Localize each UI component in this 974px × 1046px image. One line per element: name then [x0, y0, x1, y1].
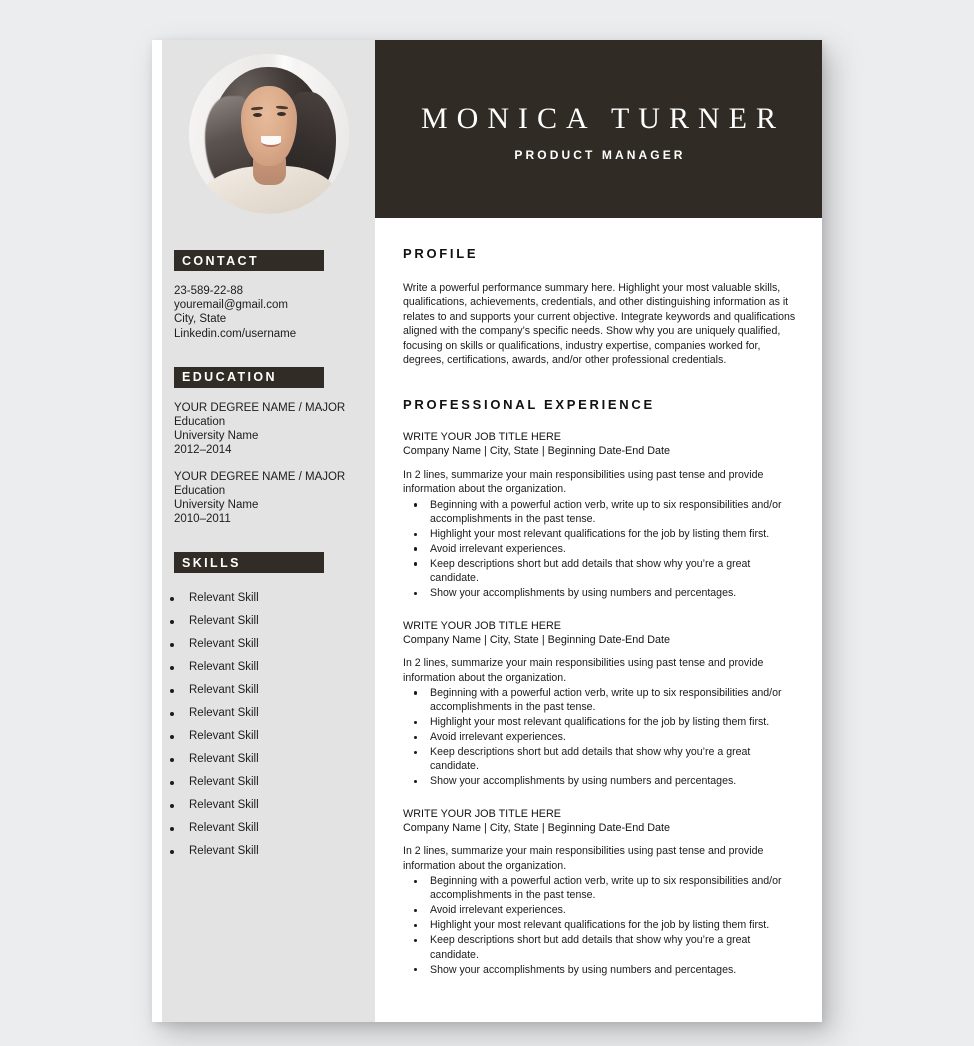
list-item: Relevant Skill [162, 633, 375, 656]
education-years: 2010–2011 [174, 513, 231, 526]
education-years: 2012–2014 [174, 444, 232, 457]
sidebar: CONTACT 23-589-22-88 youremail@gmail.com… [152, 40, 375, 1022]
list-item: Relevant Skill [162, 702, 375, 725]
list-item: Avoid irrelevant experiences. [403, 903, 802, 917]
list-item: Relevant Skill [162, 817, 375, 840]
job-bullet-list: Beginning with a powerful action verb, w… [403, 686, 802, 789]
profile-text: Write a powerful performance summary her… [403, 282, 796, 367]
list-item: Beginning with a powerful action verb, w… [403, 498, 802, 527]
sidebar-panel: CONTACT 23-589-22-88 youremail@gmail.com… [162, 40, 375, 1022]
list-item: Relevant Skill [162, 679, 375, 702]
education-degree: YOUR DEGREE NAME / MAJOR [174, 401, 346, 414]
education-entry: YOUR DEGREE NAME / MAJOR Education Unive… [174, 401, 363, 458]
name-banner: MONICA TURNER PRODUCT MANAGER [375, 40, 822, 218]
contact-heading: CONTACT [174, 250, 324, 271]
education-school: University Name [174, 430, 259, 443]
job-meta: Company Name | City, State | Beginning D… [403, 445, 671, 458]
job-summary: In 2 lines, summarize your main responsi… [403, 657, 764, 684]
list-item: Show your accomplishments by using numbe… [403, 774, 802, 788]
photo-eye-left [252, 113, 262, 118]
job-summary: In 2 lines, summarize your main responsi… [403, 845, 764, 872]
list-item: Relevant Skill [162, 771, 375, 794]
education-degree: YOUR DEGREE NAME / MAJOR [174, 470, 346, 483]
list-item: Keep descriptions short but add details … [403, 745, 802, 774]
list-item: Highlight your most relevant qualificati… [403, 527, 802, 541]
experience-entry: WRITE YOUR JOB TITLE HERE Company Name |… [403, 430, 802, 600]
list-item: Relevant Skill [162, 794, 375, 817]
job-bullet-list: Beginning with a powerful action verb, w… [403, 498, 802, 601]
avatar [188, 54, 349, 214]
list-item: Highlight your most relevant qualificati… [403, 918, 802, 932]
skills-list: Relevant Skill Relevant Skill Relevant S… [162, 587, 375, 863]
page-title: MONICA TURNER [421, 102, 785, 135]
job-meta: Company Name | City, State | Beginning D… [403, 633, 671, 646]
list-item: Avoid irrelevant experiences. [403, 542, 802, 556]
skills-heading: SKILLS [174, 552, 324, 574]
job-title: WRITE YOUR JOB TITLE HERE [403, 431, 561, 444]
list-item: Highlight your most relevant qualificati… [403, 715, 802, 729]
list-item: Show your accomplishments by using numbe… [403, 586, 802, 600]
contact-linkedin: Linkedin.com/username [174, 327, 297, 340]
list-item: Relevant Skill [162, 656, 375, 679]
education-level: Education [174, 416, 226, 429]
job-title: WRITE YOUR JOB TITLE HERE [403, 807, 561, 820]
experience-entry: WRITE YOUR JOB TITLE HERE Company Name |… [403, 619, 802, 789]
list-item: Avoid irrelevant experiences. [403, 730, 802, 744]
education-entry: YOUR DEGREE NAME / MAJOR Education Unive… [174, 470, 363, 527]
list-item: Beginning with a powerful action verb, w… [403, 874, 802, 903]
main-content: PROFILE Write a powerful performance sum… [375, 218, 822, 977]
education-heading: EDUCATION [174, 366, 324, 388]
list-item: Relevant Skill [162, 748, 375, 771]
list-item: Keep descriptions short but add details … [403, 933, 802, 962]
list-item: Relevant Skill [162, 587, 375, 610]
list-item: Show your accomplishments by using numbe… [403, 963, 802, 977]
job-meta: Company Name | City, State | Beginning D… [403, 821, 671, 834]
profile-heading: PROFILE [403, 246, 479, 261]
contact-email: youremail@gmail.com [174, 299, 288, 312]
list-item: Relevant Skill [162, 610, 375, 633]
resume-page: CONTACT 23-589-22-88 youremail@gmail.com… [152, 40, 822, 1022]
list-item: Relevant Skill [162, 725, 375, 748]
job-role-subtitle: PRODUCT MANAGER [514, 148, 686, 162]
education-school: University Name [174, 499, 259, 512]
job-summary: In 2 lines, summarize your main responsi… [403, 468, 764, 496]
education-level: Education [174, 484, 226, 497]
list-item: Keep descriptions short but add details … [403, 557, 802, 586]
contact-phone: 23-589-22-88 [174, 285, 244, 297]
experience-entry: WRITE YOUR JOB TITLE HERE Company Name |… [403, 807, 802, 977]
main-column: MONICA TURNER PRODUCT MANAGER PROFILE Wr… [375, 40, 822, 1022]
photo-smile [260, 135, 281, 147]
contact-details: 23-589-22-88 youremail@gmail.com City, S… [174, 284, 363, 341]
job-bullet-list: Beginning with a powerful action verb, w… [403, 874, 802, 977]
photo-container [162, 40, 375, 214]
job-title: WRITE YOUR JOB TITLE HERE [403, 619, 561, 632]
list-item: Relevant Skill [162, 840, 375, 863]
list-item: Beginning with a powerful action verb, w… [403, 686, 802, 715]
contact-location: City, State [174, 313, 227, 326]
experience-heading: PROFESSIONAL EXPERIENCE [403, 397, 655, 413]
